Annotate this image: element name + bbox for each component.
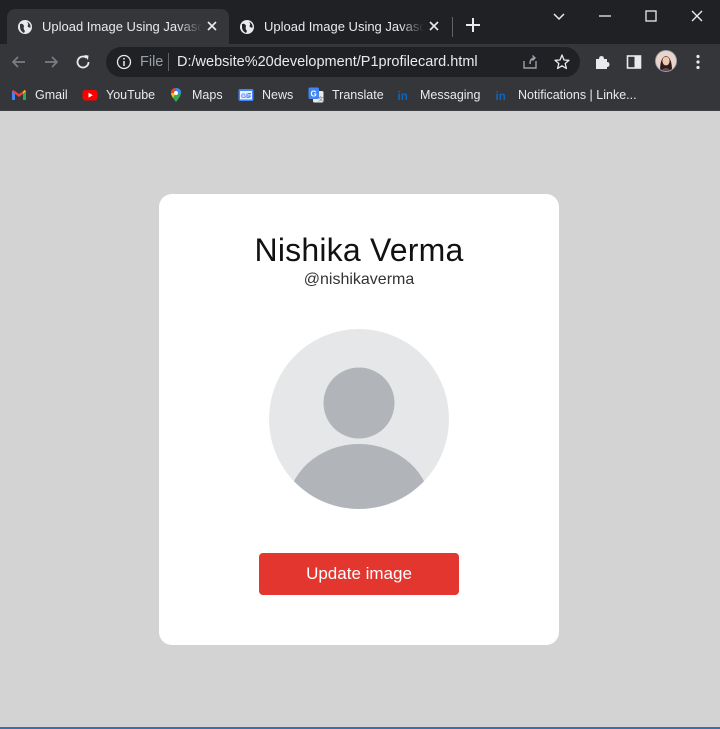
bookmarks-bar: Gmail YouTube Maps GE News G 文 Translate… bbox=[0, 80, 720, 110]
translate-icon: G 文 bbox=[308, 87, 324, 103]
profile-card: Nishika Verma @nishikaverma Update image bbox=[159, 194, 559, 645]
profile-handle: @nishikaverma bbox=[303, 271, 415, 288]
url-text[interactable]: D:/website%20development/P1profilecard.h… bbox=[177, 54, 478, 70]
menu-dots-icon[interactable] bbox=[689, 53, 707, 71]
tab-separator bbox=[452, 17, 453, 37]
forward-arrow-icon[interactable] bbox=[42, 53, 60, 71]
tab-upload-image[interactable]: Upload Image Using Javascript bbox=[229, 9, 451, 44]
globe-icon bbox=[18, 19, 32, 34]
profile-photo-icon bbox=[656, 51, 676, 71]
minimize-icon[interactable] bbox=[596, 7, 614, 25]
youtube-icon bbox=[82, 90, 98, 101]
chrome-divider bbox=[0, 110, 720, 111]
reload-icon[interactable] bbox=[74, 53, 92, 71]
avatar bbox=[269, 329, 449, 509]
tab-strip: Upload Image Using Javascript Upload Ima… bbox=[0, 0, 720, 44]
bookmark-label: Translate bbox=[332, 88, 384, 102]
tab-search-chevron-icon[interactable] bbox=[550, 7, 568, 25]
profile-name: Nishika Verma bbox=[254, 232, 464, 268]
svg-text:文: 文 bbox=[318, 95, 324, 103]
browser-toolbar: File D:/website%20development/P1profilec… bbox=[0, 44, 720, 80]
bookmark-maps[interactable]: Maps bbox=[168, 80, 223, 110]
scheme-label: File bbox=[140, 54, 164, 70]
news-icon: GE bbox=[238, 89, 254, 101]
bookmark-label: Notifications | Linke... bbox=[518, 88, 637, 102]
side-panel-icon[interactable] bbox=[625, 53, 643, 71]
globe-icon bbox=[240, 19, 254, 34]
extensions-puzzle-icon[interactable] bbox=[593, 53, 611, 71]
bookmark-label: YouTube bbox=[106, 88, 156, 102]
back-arrow-icon[interactable] bbox=[10, 53, 28, 71]
svg-text:G: G bbox=[311, 90, 317, 99]
svg-text:in: in bbox=[496, 91, 506, 103]
tab-title: Upload Image Using Javascript bbox=[42, 19, 202, 34]
update-image-button[interactable]: Update image bbox=[259, 553, 459, 595]
bookmark-translate[interactable]: G 文 Translate bbox=[308, 80, 384, 110]
close-window-icon[interactable] bbox=[688, 7, 706, 25]
bookmark-star-icon[interactable] bbox=[553, 53, 571, 71]
close-tab-icon[interactable] bbox=[205, 19, 219, 33]
maps-icon bbox=[171, 88, 181, 102]
svg-text:in: in bbox=[398, 91, 408, 103]
bookmark-notifications-linkedin[interactable]: in Notifications | Linke... bbox=[494, 80, 637, 110]
tab-title: Upload Image Using Javascript bbox=[264, 19, 424, 34]
default-user-icon bbox=[287, 367, 431, 509]
bookmark-news[interactable]: GE News bbox=[238, 80, 293, 110]
bookmark-label: Messaging bbox=[420, 88, 481, 102]
bookmark-messaging[interactable]: in Messaging bbox=[396, 80, 480, 110]
maximize-icon[interactable] bbox=[642, 7, 660, 25]
new-tab-plus-icon[interactable] bbox=[464, 16, 482, 34]
bookmark-label: Gmail bbox=[35, 88, 68, 102]
address-separator bbox=[168, 53, 169, 71]
address-bar[interactable]: File D:/website%20development/P1profilec… bbox=[106, 47, 580, 77]
bookmark-youtube[interactable]: YouTube bbox=[82, 80, 155, 110]
bookmark-label: Maps bbox=[192, 88, 223, 102]
info-icon[interactable] bbox=[116, 54, 132, 70]
tab-upload-image-active[interactable]: Upload Image Using Javascript bbox=[7, 9, 229, 44]
bookmark-gmail[interactable]: Gmail bbox=[11, 80, 68, 110]
close-tab-icon[interactable] bbox=[427, 19, 441, 33]
share-icon[interactable] bbox=[521, 53, 539, 71]
linkedin-icon: in bbox=[396, 87, 412, 103]
bookmark-label: News bbox=[262, 88, 294, 102]
linkedin-icon: in bbox=[494, 87, 510, 103]
gmail-icon bbox=[12, 90, 26, 100]
profile-avatar[interactable] bbox=[655, 50, 677, 72]
